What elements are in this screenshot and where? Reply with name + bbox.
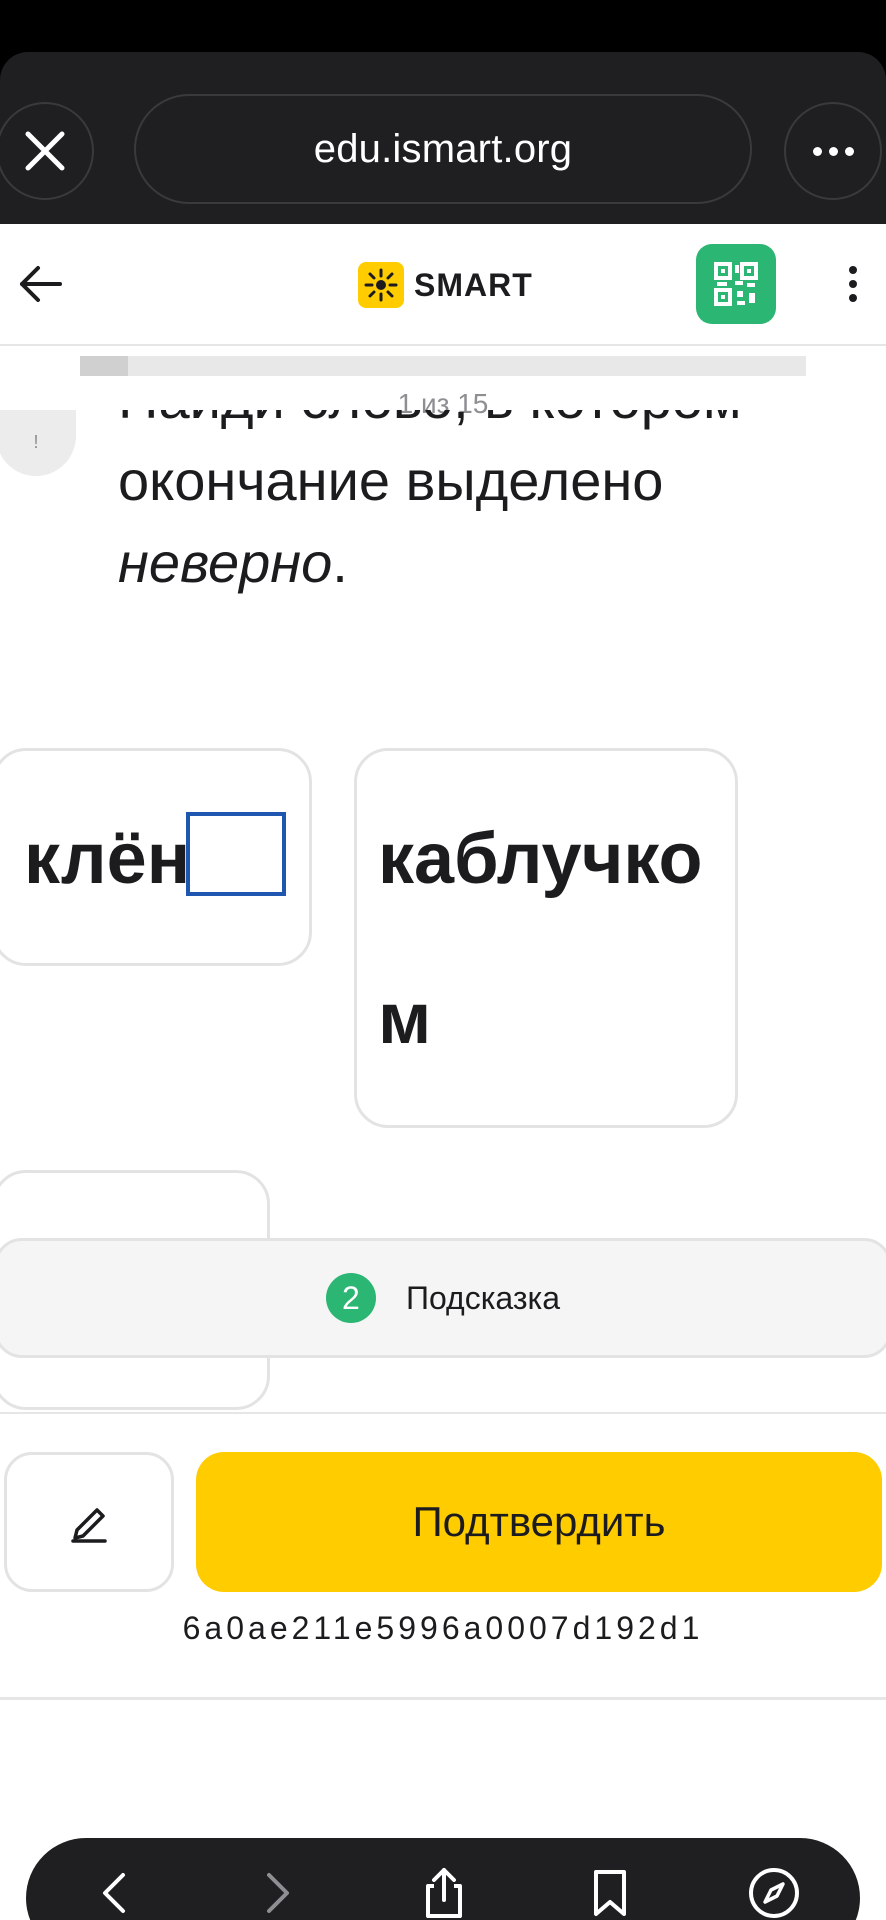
close-button[interactable] [0, 102, 94, 200]
question-line-1: Найди слово, в котором [118, 410, 838, 440]
answer-word-2-line-2: м [378, 979, 432, 1059]
qr-button[interactable] [696, 244, 776, 324]
arrow-left-icon[interactable] [18, 264, 64, 304]
answer-card-2[interactable] [354, 748, 738, 1128]
compass-icon[interactable] [746, 1866, 802, 1920]
confirm-button[interactable]: Подтвердить [196, 1452, 882, 1592]
question-text: Найди слово, в котором окончание выделен… [118, 410, 838, 642]
chevron-right-icon[interactable] [250, 1866, 306, 1920]
more-button[interactable] [784, 102, 882, 200]
address-bar[interactable]: edu.ismart.org [134, 94, 752, 204]
chevron-left-icon[interactable] [86, 1866, 142, 1920]
smart-logo[interactable]: SMART [358, 262, 533, 308]
kebab-menu-icon[interactable] [848, 266, 858, 302]
question-emphasis: неверно [118, 531, 333, 594]
hint-label: Подсказка [405, 1279, 561, 1316]
close-icon [25, 131, 65, 171]
question-line-3: неверно. [118, 522, 838, 604]
sun-logo-icon [358, 262, 404, 308]
pencil-icon [71, 1508, 107, 1543]
more-icon [812, 146, 854, 156]
question-line-2: окончание выделено [118, 449, 664, 512]
progress-bar [80, 356, 806, 376]
edit-button[interactable] [4, 1452, 174, 1592]
hint-count-badge: 2 [325, 1273, 376, 1323]
answer-word-2-line-1: каблучко [378, 819, 703, 899]
question-tail: . [332, 531, 348, 594]
question-badge[interactable]: ! [0, 410, 76, 476]
app-header: SMART [0, 224, 886, 346]
answer-word-1: клён [24, 819, 191, 899]
task-id: 6a0ae211e5996a0007d192d1 [182, 1610, 704, 1646]
logo-text: SMART [414, 266, 533, 303]
share-icon[interactable] [416, 1866, 472, 1920]
ending-highlight-box [186, 812, 286, 896]
progress-fill [80, 356, 129, 376]
url-text: edu.ismart.org [313, 126, 573, 171]
qr-code-icon [714, 262, 758, 306]
bookmark-icon[interactable] [582, 1866, 638, 1920]
hint-button[interactable]: 2 Подсказка [0, 1238, 886, 1358]
